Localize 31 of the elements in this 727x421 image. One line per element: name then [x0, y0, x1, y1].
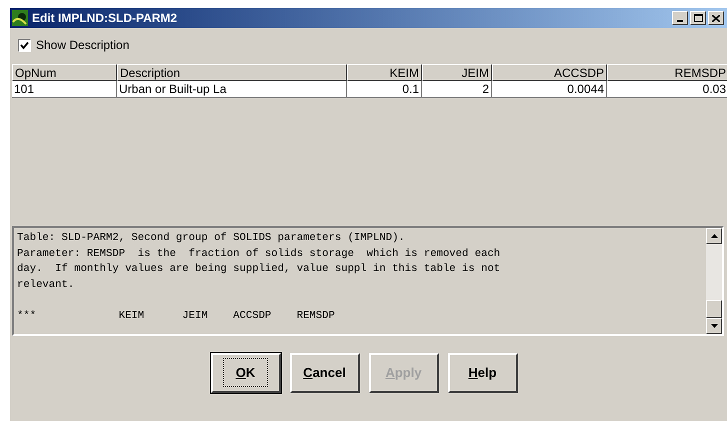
- column-header[interactable]: REMSDP: [607, 64, 727, 81]
- scroll-thumb[interactable]: [706, 300, 722, 318]
- dialog-button[interactable]: Help: [448, 353, 518, 393]
- up-arrow-icon: [710, 234, 718, 238]
- table-cell[interactable]: 0.1: [347, 81, 422, 98]
- column-header[interactable]: KEIM: [347, 64, 422, 81]
- scrollbar[interactable]: [706, 228, 722, 334]
- down-arrow-icon: [710, 324, 718, 328]
- column-header[interactable]: ACCSDP: [492, 64, 607, 81]
- scroll-up-button[interactable]: [706, 228, 722, 244]
- table-cell[interactable]: 0.03: [607, 81, 727, 98]
- table-cell[interactable]: 0.0044: [492, 81, 607, 98]
- column-header[interactable]: Description: [117, 64, 347, 81]
- app-icon: [12, 10, 28, 26]
- dialog-button[interactable]: OK: [210, 353, 280, 393]
- close-icon: [712, 14, 720, 22]
- column-header[interactable]: OpNum: [12, 64, 117, 81]
- table-cell[interactable]: Urban or Built-up La: [117, 81, 347, 98]
- close-button[interactable]: [708, 11, 724, 25]
- table-cell[interactable]: 2: [422, 81, 492, 98]
- minimize-button[interactable]: [672, 11, 688, 25]
- column-header[interactable]: JEIM: [422, 64, 492, 81]
- checkbox-label: Show Description: [36, 37, 130, 54]
- maximize-button[interactable]: [690, 11, 706, 25]
- dialog-button[interactable]: Cancel: [290, 353, 360, 393]
- table-cell[interactable]: 101: [12, 81, 117, 98]
- minimize-icon: [677, 20, 683, 22]
- window-title: Edit IMPLND:SLD-PARM2: [32, 10, 178, 27]
- show-description-checkbox[interactable]: [18, 38, 31, 52]
- scroll-down-button[interactable]: [706, 318, 722, 334]
- maximize-icon: [694, 14, 702, 22]
